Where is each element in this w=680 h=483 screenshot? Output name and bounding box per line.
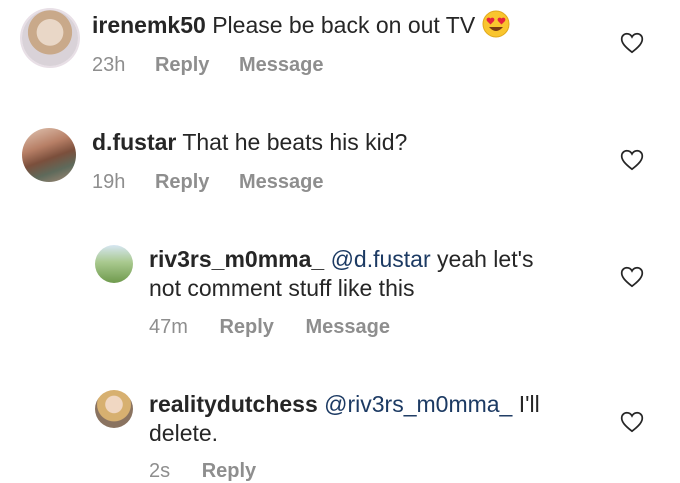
avatar[interactable]: [22, 128, 76, 182]
heart-icon[interactable]: [619, 147, 645, 173]
comment-meta: 19h Reply Message: [92, 171, 323, 194]
comment-body-line1: I'll: [518, 391, 540, 417]
message-button[interactable]: Message: [239, 171, 324, 194]
timestamp: 23h: [92, 54, 126, 76]
avatar[interactable]: [22, 10, 78, 66]
avatar[interactable]: [95, 390, 133, 428]
comment-meta: 47m Reply Message: [149, 316, 390, 339]
timestamp: 19h: [92, 171, 126, 193]
comment-body: That he beats his kid?: [182, 129, 408, 155]
avatar[interactable]: [95, 245, 133, 283]
username[interactable]: d.fustar: [92, 129, 176, 155]
reply-button[interactable]: Reply: [219, 316, 273, 339]
username[interactable]: realitydutchess: [149, 391, 318, 417]
mention-link[interactable]: @riv3rs_m0mma_: [324, 391, 512, 417]
comment-line-1: riv3rs_m0mma_ @d.fustar yeah let's: [149, 245, 533, 274]
comment-body-line2: not comment stuff like this: [149, 275, 415, 301]
comment-line-1: realitydutchess @riv3rs_m0mma_ I'll: [149, 390, 540, 419]
message-button[interactable]: Message: [239, 54, 324, 77]
heart-icon[interactable]: [619, 409, 645, 435]
comment-meta: 23h Reply Message: [92, 54, 323, 77]
username[interactable]: riv3rs_m0mma_: [149, 246, 324, 272]
heart-icon[interactable]: [619, 30, 645, 56]
timestamp: 47m: [149, 316, 188, 338]
reply-button[interactable]: Reply: [155, 54, 209, 77]
message-button[interactable]: Message: [306, 316, 391, 339]
comment-text: d.fustar That he beats his kid?: [92, 128, 407, 157]
comment-body-line2: delete.: [149, 420, 219, 446]
comment-body-line1: yeah let's: [437, 246, 534, 272]
mention-link[interactable]: @d.fustar: [331, 246, 431, 272]
comment-text: irenemk50 Please be back on out TV: [92, 10, 510, 40]
comment-text: realitydutchess @riv3rs_m0mma_ I'll dele…: [149, 390, 540, 448]
comment-meta: 2s Reply: [149, 460, 256, 483]
heart-eyes-emoji-icon: [482, 10, 510, 38]
comment-text: riv3rs_m0mma_ @d.fustar yeah let's not c…: [149, 245, 533, 303]
comment-body: Please be back on out TV: [212, 12, 476, 38]
username[interactable]: irenemk50: [92, 12, 206, 38]
timestamp: 2s: [149, 460, 171, 482]
heart-icon[interactable]: [619, 264, 645, 290]
reply-button[interactable]: Reply: [155, 171, 209, 194]
reply-button[interactable]: Reply: [202, 460, 256, 483]
